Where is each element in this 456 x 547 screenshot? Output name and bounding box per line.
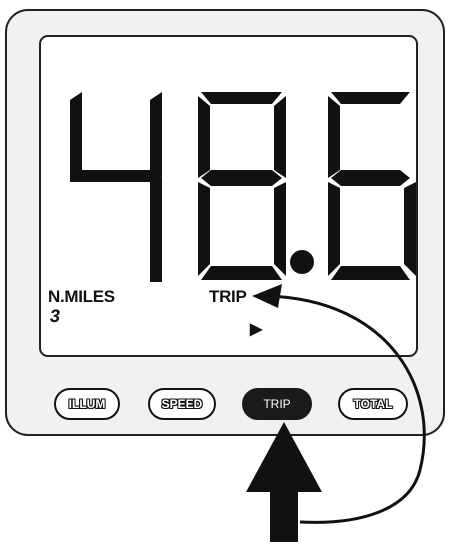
trip-button-label: TRIP xyxy=(263,397,291,411)
speed-button-label: SPEED xyxy=(161,397,203,411)
up-arrow-icon xyxy=(246,422,322,542)
mode-label: TRIP xyxy=(209,287,247,306)
illum-button-label: ILLUM xyxy=(68,397,106,411)
units-label: N.MILES xyxy=(48,287,115,306)
trip-button[interactable]: TRIP xyxy=(242,388,312,420)
instrument-illustration: N.MILES TRIP 3 ▶ ILLUM SPEED TRIP TOTAL xyxy=(0,0,456,547)
pointer-indicator-icon: ▶ xyxy=(250,321,263,338)
decimal-point xyxy=(290,250,314,274)
total-button[interactable]: TOTAL xyxy=(338,388,408,420)
illum-button[interactable]: ILLUM xyxy=(54,388,120,420)
lcd-screen xyxy=(39,35,418,357)
total-button-label: TOTAL xyxy=(353,397,393,411)
speed-button[interactable]: SPEED xyxy=(148,388,216,420)
instrument-graphics xyxy=(5,9,445,542)
